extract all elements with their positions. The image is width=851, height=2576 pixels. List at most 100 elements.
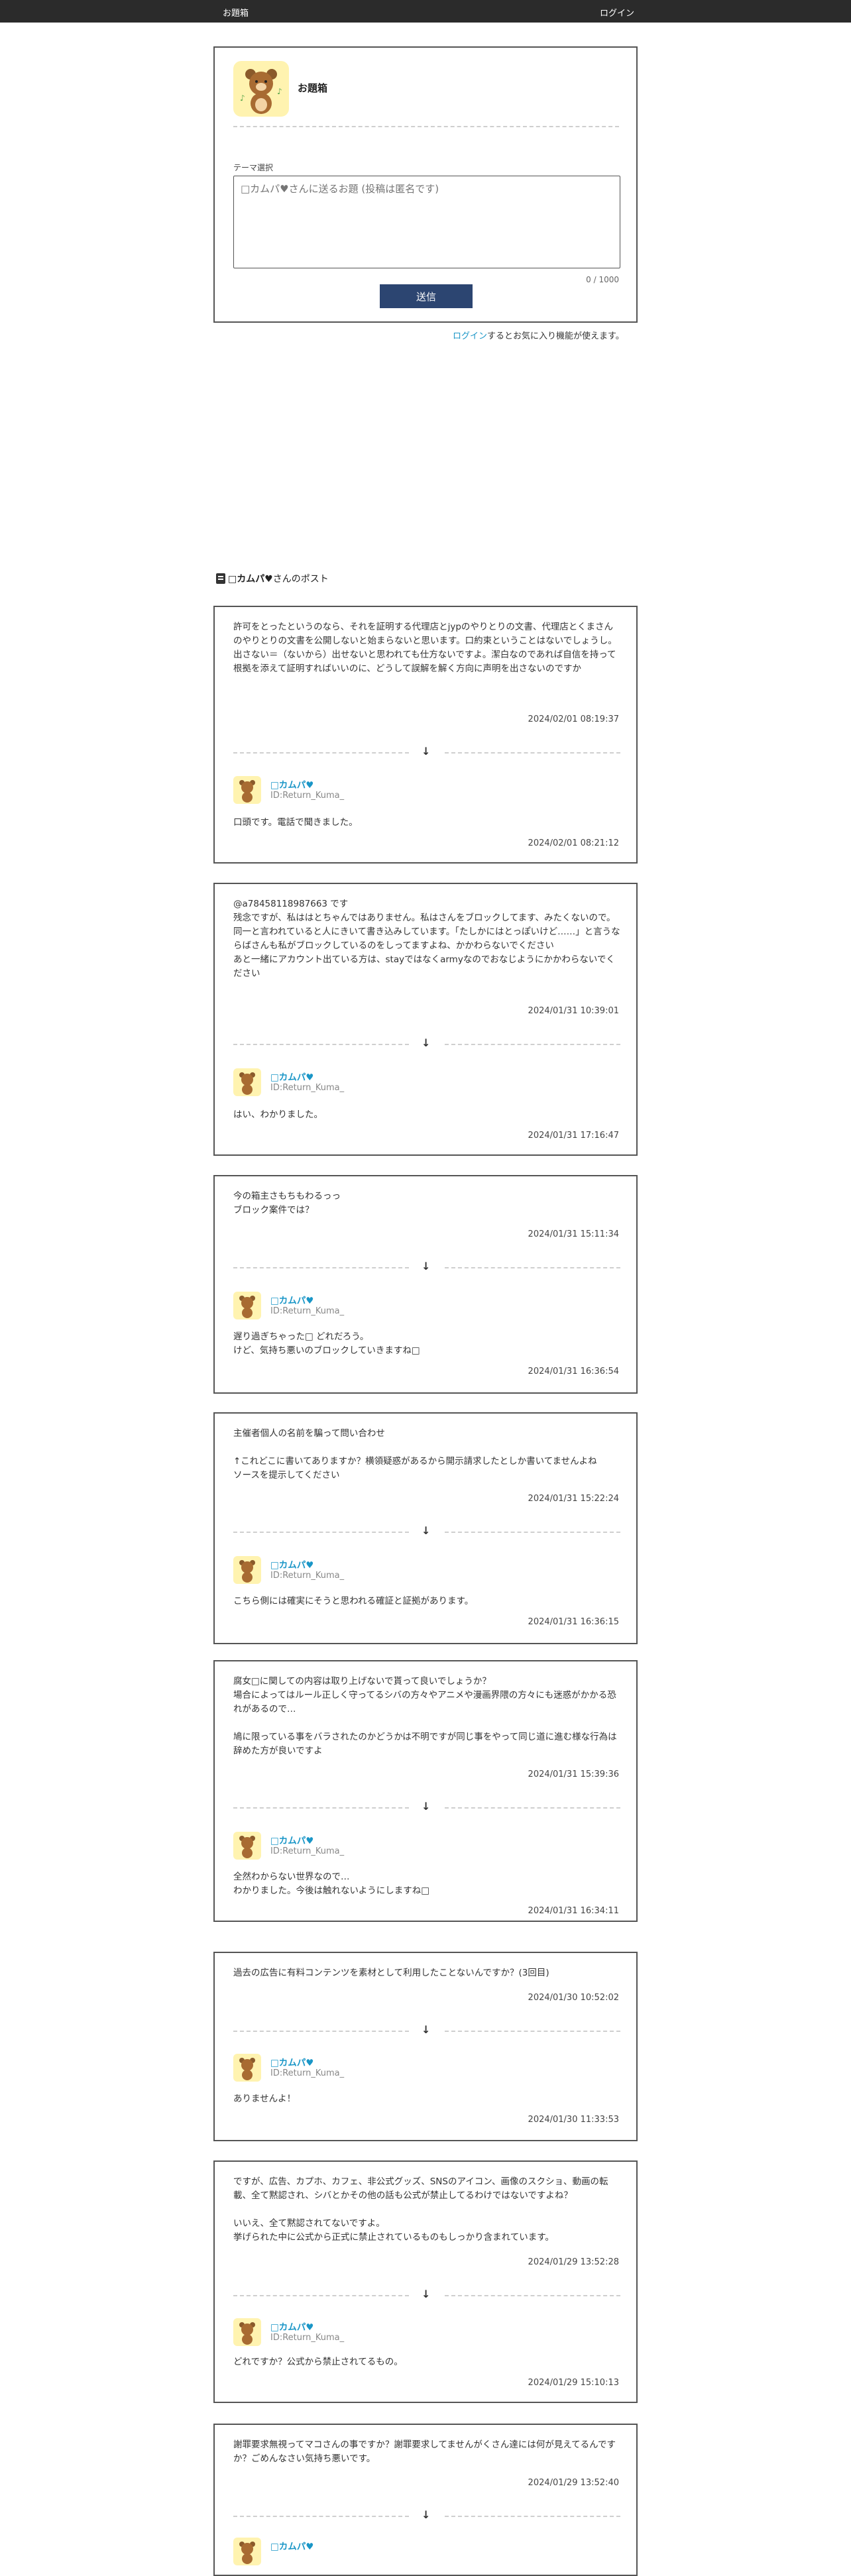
answer-text: どれですか？公式から禁止されてるもの。	[233, 2357, 403, 2367]
user-avatar[interactable]	[233, 1832, 261, 1860]
posts-heading: □カムパ♥さんのポスト	[216, 572, 329, 585]
posts-heading-suffix: さんのポスト	[272, 574, 329, 585]
bear-icon	[239, 1296, 255, 1318]
answer-timestamp: 2024/01/29 15:10:13	[528, 2378, 619, 2388]
login-link[interactable]: ログイン	[600, 6, 634, 19]
bear-icon	[239, 2322, 255, 2345]
answer-separator: ↓	[233, 1800, 620, 1813]
bear-avatar: ♪ ♪	[233, 61, 289, 117]
user-id: ID:Return_Kuma_	[270, 2068, 345, 2078]
answer-separator: ↓	[233, 1260, 620, 1272]
question-timestamp: 2024/01/29 13:52:28	[528, 2257, 619, 2267]
user-avatar[interactable]	[233, 776, 261, 804]
answer-text: 口頭です。電話で聞きました。	[233, 817, 358, 828]
answer-timestamp: 2024/01/31 16:36:15	[528, 1617, 619, 1627]
svg-text:♪: ♪	[240, 93, 245, 103]
bear-icon: ♪ ♪	[240, 69, 282, 114]
answer-text: 全然わからない世界なので… わかりました。今後は触れないようにしますね□	[233, 1872, 429, 1896]
answer-timestamp: 2024/02/01 08:21:12	[528, 838, 619, 848]
top-nav-bar: お題箱 ログイン	[0, 0, 851, 23]
question-text: 謝罪要求無視ってマコさんの事ですか？謝罪要求してませんがくさん達には何が見えてる…	[233, 2439, 616, 2464]
question-timestamp: 2024/02/01 08:19:37	[528, 714, 619, 724]
arrow-down-icon: ↓	[422, 745, 431, 757]
post-card[interactable]: 許可をとったというのなら、それを証明する代理店とjypのやりとりの文書、代理店と…	[213, 606, 638, 864]
post-card[interactable]: 謝罪要求無視ってマコさんの事ですか？謝罪要求してませんがくさん達には何が見えてる…	[213, 2424, 638, 2576]
question-text: 主催者個人の名前を騙って問い合わせ ↑これどこに書いてありますか？横領疑惑がある…	[233, 1428, 597, 1481]
answer-separator: ↓	[233, 745, 620, 757]
arrow-down-icon: ↓	[422, 2288, 431, 2300]
answer-timestamp: 2024/01/31 17:16:47	[528, 1131, 619, 1141]
posts-heading-user: □カムパ♥	[228, 574, 273, 585]
answer-separator: ↓	[233, 1524, 620, 1537]
user-name[interactable]: □カムパ♥	[270, 1833, 313, 1846]
user-avatar[interactable]	[233, 2318, 261, 2346]
user-name[interactable]: □カムパ♥	[270, 2539, 313, 2552]
question-text: 今の箱主さもちもわるっっ ブロック案件では？	[233, 1191, 341, 1215]
arrow-down-icon: ↓	[422, 2023, 431, 2036]
post-card[interactable]: 腐女□に関しての内容は取り上げないで貰って良いでしょうか？ 場合によってはルール…	[213, 1660, 638, 1922]
brand-link[interactable]: お題箱	[223, 6, 249, 19]
user-name[interactable]: □カムパ♥	[270, 1293, 313, 1306]
send-button[interactable]: 送信	[380, 284, 473, 308]
arrow-down-icon: ↓	[422, 1524, 431, 1537]
user-id: ID:Return_Kuma_	[270, 1306, 345, 1316]
bear-icon	[239, 2542, 255, 2564]
user-name[interactable]: □カムパ♥	[270, 2320, 313, 2333]
user-id: ID:Return_Kuma_	[270, 1571, 345, 1581]
user-avatar[interactable]	[233, 2538, 261, 2565]
user-name[interactable]: □カムパ♥	[270, 1070, 313, 1083]
char-counter: 0 / 1000	[586, 275, 619, 284]
box-title: お題箱	[298, 82, 328, 94]
post-card[interactable]: 過去の広告に有料コンテンツを素材として利用したことないんですか？(3回目) 20…	[213, 1952, 638, 2141]
question-text: 許可をとったというのなら、それを証明する代理店とjypのやりとりの文書、代理店と…	[233, 622, 617, 674]
question-timestamp: 2024/01/31 15:39:36	[528, 1769, 619, 1779]
post-card[interactable]: 今の箱主さもちもわるっっ ブロック案件では？ 2024/01/31 15:11:…	[213, 1175, 638, 1394]
notebook-icon	[216, 573, 225, 584]
user-id: ID:Return_Kuma_	[270, 791, 345, 801]
answer-text: はい、わかりました。	[233, 1109, 323, 1120]
user-avatar[interactable]	[233, 2054, 261, 2082]
arrow-down-icon: ↓	[422, 2508, 431, 2521]
post-card[interactable]: 主催者個人の名前を騙って問い合わせ ↑これどこに書いてありますか？横領疑惑がある…	[213, 1412, 638, 1644]
form-divider	[233, 126, 619, 127]
login-note-link[interactable]: ログイン	[453, 331, 487, 341]
user-avatar[interactable]	[233, 1556, 261, 1584]
question-text: @a78458118987663 です 残念ですが、私ははとちゃんではありません…	[233, 899, 620, 979]
answer-text: ありませんよ！	[233, 2094, 296, 2104]
theme-select-label[interactable]: テーマ選択	[233, 162, 273, 173]
user-avatar[interactable]	[233, 1068, 261, 1096]
user-id: ID:Return_Kuma_	[270, 2333, 345, 2343]
question-form-box: ♪ ♪ お題箱 テーマ選択 0 / 1000 送信	[213, 46, 638, 323]
login-note-text: するとお気に入り機能が使えます。	[487, 331, 624, 341]
arrow-down-icon: ↓	[422, 1800, 431, 1813]
bear-icon	[239, 1836, 255, 1858]
question-timestamp: 2024/01/29 13:52:40	[528, 2478, 619, 2488]
question-text: 腐女□に関しての内容は取り上げないで貰って良いでしょうか？ 場合によってはルール…	[233, 1676, 617, 1756]
question-timestamp: 2024/01/31 15:22:24	[528, 1494, 619, 1504]
user-id: ID:Return_Kuma_	[270, 1846, 345, 1856]
question-text: 過去の広告に有料コンテンツを素材として利用したことないんですか？(3回目)	[233, 1968, 549, 1978]
answer-timestamp: 2024/01/31 16:36:54	[528, 1367, 619, 1376]
answer-timestamp: 2024/01/31 16:34:11	[528, 1906, 619, 1916]
bear-icon	[239, 780, 255, 803]
post-card[interactable]: @a78458118987663 です 残念ですが、私ははとちゃんではありません…	[213, 883, 638, 1156]
bear-icon	[239, 2058, 255, 2080]
user-name[interactable]: □カムパ♥	[270, 2055, 313, 2068]
question-timestamp: 2024/01/31 10:39:01	[528, 1006, 619, 1016]
user-avatar[interactable]	[233, 1292, 261, 1319]
user-name[interactable]: □カムパ♥	[270, 777, 313, 791]
answer-separator: ↓	[233, 2023, 620, 2036]
question-timestamp: 2024/01/30 10:52:02	[528, 1993, 619, 2003]
svg-text:♪: ♪	[277, 87, 282, 96]
answer-separator: ↓	[233, 1036, 620, 1049]
user-name[interactable]: □カムパ♥	[270, 1557, 313, 1571]
arrow-down-icon: ↓	[422, 1260, 431, 1272]
answer-separator: ↓	[233, 2508, 620, 2521]
question-input[interactable]	[233, 176, 620, 268]
arrow-down-icon: ↓	[422, 1036, 431, 1049]
answer-timestamp: 2024/01/30 11:33:53	[528, 2115, 619, 2125]
post-card[interactable]: ですが、広告、カプホ、カフェ、非公式グッズ、SNSのアイコン、画像のスクショ、動…	[213, 2160, 638, 2403]
bear-icon	[239, 1072, 255, 1095]
answer-text: 遅り過ぎちゃった□ どれだろう。 けど、気持ち悪いのブロックしていきますね□	[233, 1331, 420, 1356]
answer-text: こちら側には確実にそうと思われる確証と証拠があります。	[233, 1596, 474, 1606]
